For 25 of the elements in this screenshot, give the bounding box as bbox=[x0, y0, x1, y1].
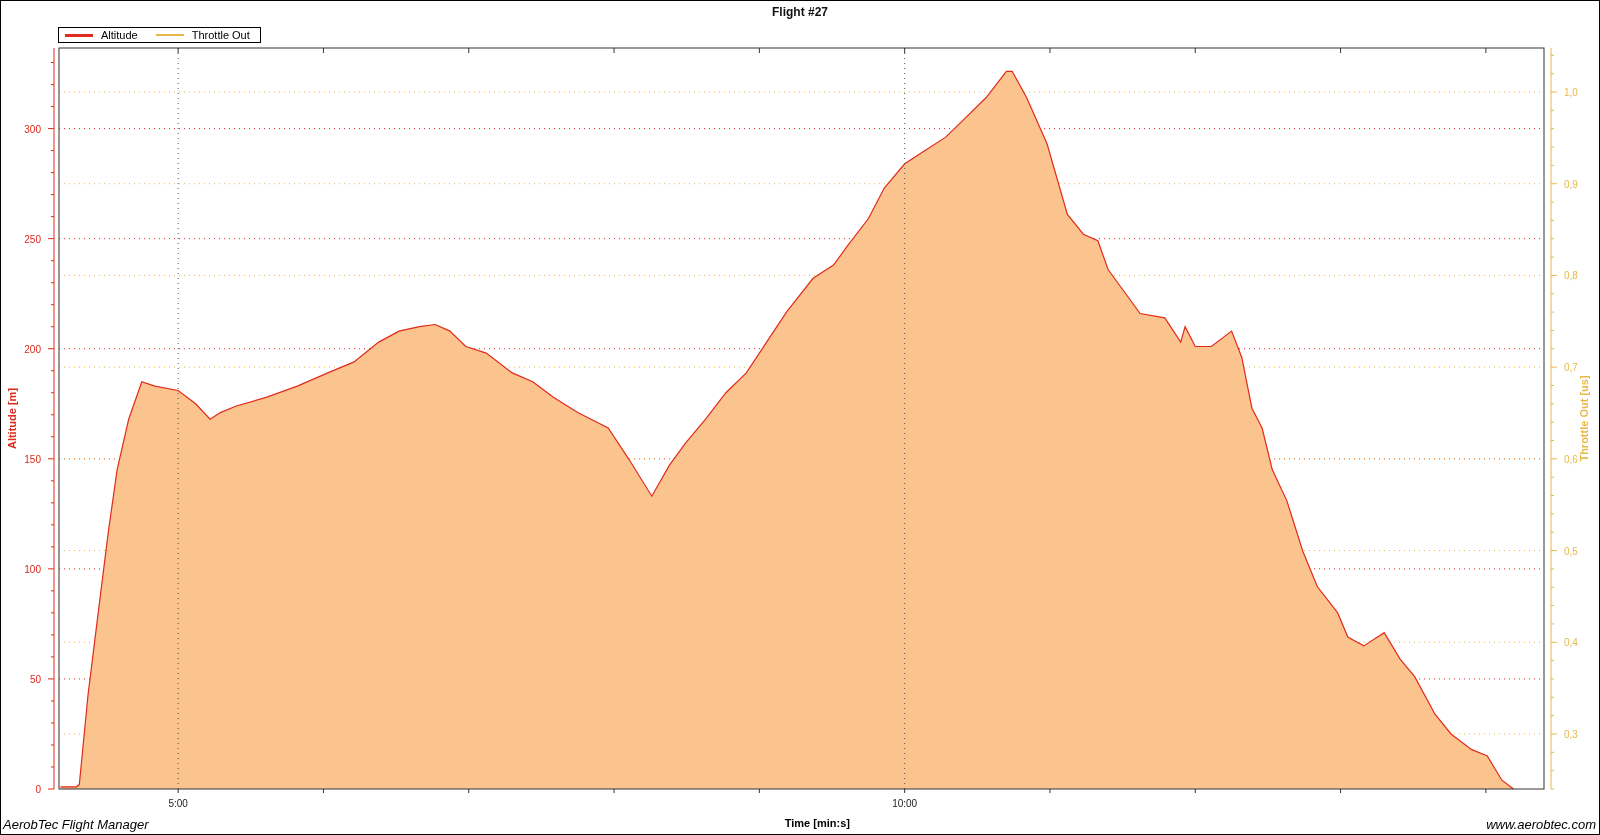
website-text: www.aerobtec.com bbox=[1486, 817, 1596, 832]
axis-tick-label: 0,7 bbox=[1564, 362, 1578, 374]
axis-tick-label: 10:00 bbox=[892, 798, 918, 809]
axis-tick-label: 0 bbox=[35, 784, 41, 795]
axis-tick-label: 0,6 bbox=[1564, 453, 1578, 465]
axis-tick-label: 200 bbox=[24, 343, 41, 355]
legend-label: Throttle Out bbox=[191, 29, 250, 41]
axis-tick-label: 0,5 bbox=[1564, 545, 1578, 557]
axis-tick-label: 50 bbox=[29, 673, 41, 685]
axis-tick-label: 250 bbox=[24, 233, 41, 245]
secondary-y-axis-title: Throttle Out [us] bbox=[1578, 375, 1590, 462]
axis-tick-label: 1,0 bbox=[1564, 87, 1578, 98]
axis-tick-label: 0,9 bbox=[1564, 178, 1578, 190]
axis-tick-label: 0,8 bbox=[1564, 270, 1578, 282]
axis-tick-label: 300 bbox=[24, 123, 41, 135]
axis-tick-label: 0,4 bbox=[1564, 637, 1578, 649]
x-axis-title: Time [min:s] bbox=[784, 817, 850, 829]
chart-title: Flight #27 bbox=[772, 5, 828, 19]
app-name: AerobTec Flight Manager bbox=[3, 817, 149, 832]
axis-tick-label: 0,3 bbox=[1564, 729, 1578, 740]
axis-tick-label: 5:00 bbox=[168, 798, 188, 809]
axis-tick-label: 100 bbox=[24, 563, 41, 575]
axis-tick-label: 150 bbox=[24, 453, 41, 465]
legend-label: Altitude bbox=[101, 29, 138, 41]
y-axis-title: Altitude [m] bbox=[6, 387, 18, 450]
